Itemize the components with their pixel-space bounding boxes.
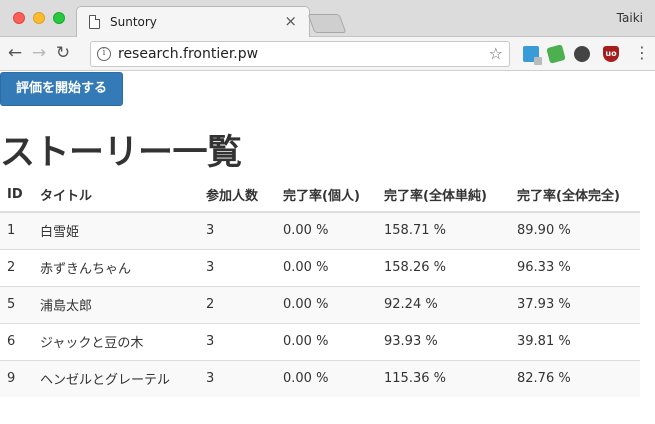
cell-personal: 0.00 % xyxy=(276,248,377,286)
cell-participants: 3 xyxy=(199,359,276,397)
window-zoom-button[interactable] xyxy=(53,12,65,24)
cell-id: 6 xyxy=(0,322,33,360)
cell-participants: 3 xyxy=(199,322,276,360)
tab-suntory[interactable]: Suntory × xyxy=(76,6,310,38)
cell-personal: 0.00 % xyxy=(276,212,377,249)
page-title: ストーリー一覧 xyxy=(0,133,242,173)
cell-id: 5 xyxy=(0,285,33,323)
cell-personal: 0.00 % xyxy=(276,322,377,360)
url-text[interactable]: research.frontier.pw xyxy=(118,46,258,62)
address-bar[interactable]: i research.frontier.pw ☆ xyxy=(90,41,510,67)
cell-title: 白雪姫 xyxy=(33,212,199,249)
document-icon xyxy=(89,15,100,29)
cell-title: 浦島太郎 xyxy=(33,285,199,323)
cell-participants: 3 xyxy=(199,212,276,249)
header-overall-simple-completion: 完了率(全体単純) xyxy=(377,177,510,213)
forward-arrow-icon[interactable]: → xyxy=(29,43,49,63)
cell-simple: 158.71 % xyxy=(377,212,510,249)
site-info-icon[interactable]: i xyxy=(97,47,111,61)
cell-full: 96.33 % xyxy=(510,248,640,286)
cell-simple: 92.24 % xyxy=(377,285,510,323)
browser-menu-icon[interactable]: ⋮ xyxy=(634,45,650,61)
dark-extension-icon[interactable] xyxy=(574,46,590,62)
cell-title: ヘンゼルとグレーテル xyxy=(33,359,199,397)
window-minimize-button[interactable] xyxy=(33,12,45,24)
cell-full: 37.93 % xyxy=(510,285,640,323)
tab-title: Suntory xyxy=(110,15,157,29)
header-participants: 参加人数 xyxy=(199,177,276,213)
table-row[interactable]: 9 ヘンゼルとグレーテル 3 0.00 % 115.36 % 82.76 % xyxy=(0,359,640,397)
evernote-extension-icon[interactable] xyxy=(546,44,566,64)
start-evaluation-button[interactable]: 評価を開始する xyxy=(0,72,123,106)
translate-extension-icon[interactable] xyxy=(523,46,542,65)
cell-participants: 2 xyxy=(199,285,276,323)
cell-full: 89.90 % xyxy=(510,212,640,249)
ublock-origin-icon[interactable]: uo xyxy=(603,46,619,62)
cell-participants: 3 xyxy=(199,248,276,286)
header-personal-completion: 完了率(個人) xyxy=(276,177,377,213)
header-title: タイトル xyxy=(33,177,199,213)
cell-id: 9 xyxy=(0,359,33,397)
new-tab-button[interactable] xyxy=(307,14,347,33)
tab-close-icon[interactable]: × xyxy=(284,12,297,30)
cell-full: 82.76 % xyxy=(510,359,640,397)
story-table: ID タイトル 参加人数 完了率(個人) 完了率(全体単純) 完了率(全体完全)… xyxy=(0,177,640,397)
cell-title: 赤ずきんちゃん xyxy=(33,248,199,286)
cell-id: 2 xyxy=(0,248,33,286)
browser-titlebar: Suntory × Taiki xyxy=(0,0,655,38)
cell-personal: 0.00 % xyxy=(276,285,377,323)
reload-icon[interactable]: ↻ xyxy=(53,43,73,63)
window-close-button[interactable] xyxy=(13,12,25,24)
header-id: ID xyxy=(0,177,33,213)
table-header-row: ID タイトル 参加人数 完了率(個人) 完了率(全体単純) 完了率(全体完全) xyxy=(0,177,640,213)
cell-simple: 93.93 % xyxy=(377,322,510,360)
bookmark-star-icon[interactable]: ☆ xyxy=(489,44,503,63)
page-content: 評価を開始する ストーリー一覧 ID タイトル 参加人数 完了率(個人) 完了率… xyxy=(0,72,655,424)
table-row[interactable]: 6 ジャックと豆の木 3 0.00 % 93.93 % 39.81 % xyxy=(0,322,640,360)
table-row[interactable]: 5 浦島太郎 2 0.00 % 92.24 % 37.93 % xyxy=(0,285,640,323)
cell-id: 1 xyxy=(0,212,33,249)
cell-full: 39.81 % xyxy=(510,322,640,360)
cell-simple: 158.26 % xyxy=(377,248,510,286)
table-row[interactable]: 1 白雪姫 3 0.00 % 158.71 % 89.90 % xyxy=(0,212,640,249)
cell-personal: 0.00 % xyxy=(276,359,377,397)
cell-title: ジャックと豆の木 xyxy=(33,322,199,360)
table-row[interactable]: 2 赤ずきんちゃん 3 0.00 % 158.26 % 96.33 % xyxy=(0,248,640,286)
profile-name[interactable]: Taiki xyxy=(617,11,643,25)
header-overall-full-completion: 完了率(全体完全) xyxy=(510,177,640,213)
cell-simple: 115.36 % xyxy=(377,359,510,397)
back-arrow-icon[interactable]: ← xyxy=(5,43,25,63)
browser-toolbar: ← → ↻ i research.frontier.pw ☆ uo ⋮ xyxy=(0,37,655,71)
